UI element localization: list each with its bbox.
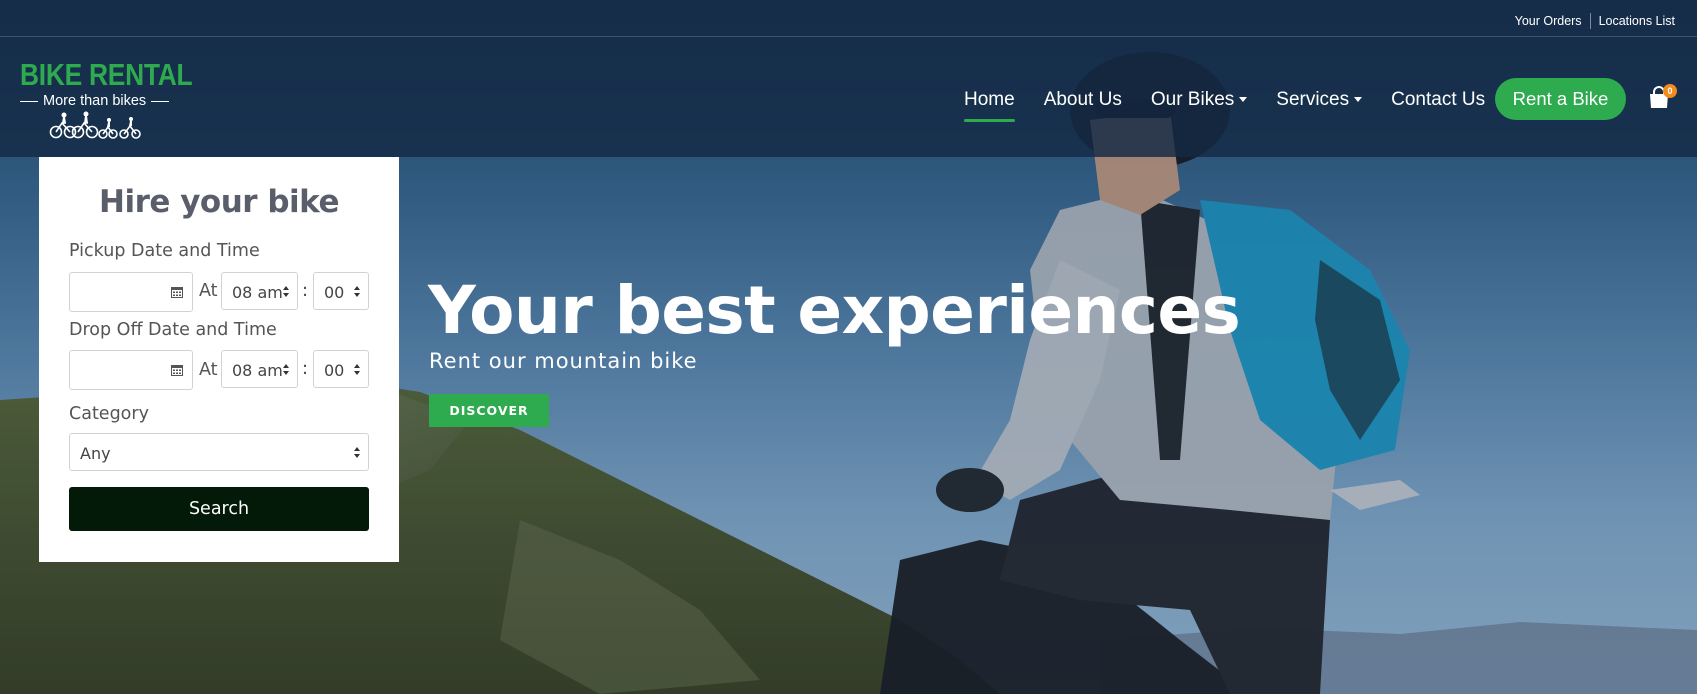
nav-home[interactable]: Home xyxy=(964,89,1015,122)
select-arrows-icon xyxy=(283,286,290,298)
booking-form: Hire your bike Pickup Date and Time At 0… xyxy=(39,157,399,562)
dropoff-colon: : xyxy=(302,358,309,379)
booking-title: Hire your bike xyxy=(99,184,339,220)
calendar-icon xyxy=(171,365,183,376)
select-arrows-icon xyxy=(283,364,290,376)
logo-title: BIKE RENTAL xyxy=(20,57,193,92)
search-button[interactable]: Search xyxy=(69,487,369,531)
caret-down-icon xyxy=(1354,97,1363,103)
cart-button[interactable]: 0 xyxy=(1647,84,1677,112)
hero-title: Your best experiences xyxy=(428,272,1241,349)
nav-contact-us[interactable]: Contact Us xyxy=(1391,89,1485,119)
nav-services[interactable]: Services xyxy=(1276,89,1363,119)
discover-button[interactable]: DISCOVER xyxy=(429,394,549,427)
logo-tagline: More than bikes xyxy=(20,93,180,109)
pickup-minute-select[interactable]: 00 xyxy=(313,272,369,310)
cart-count-badge: 0 xyxy=(1663,84,1677,98)
dropoff-hour-select[interactable]: 08 am xyxy=(221,350,298,388)
select-arrows-icon xyxy=(354,364,361,376)
rent-a-bike-button[interactable]: Rent a Bike xyxy=(1495,78,1626,120)
pickup-hour-select[interactable]: 08 am xyxy=(221,272,298,310)
your-orders-link[interactable]: Your Orders xyxy=(1507,14,1590,28)
nav-our-bikes[interactable]: Our Bikes xyxy=(1151,89,1248,119)
pickup-label: Pickup Date and Time xyxy=(69,241,260,261)
hero-subtitle: Rent our mountain bike xyxy=(429,349,698,373)
top-utility-bar: Your Orders Locations List xyxy=(0,0,1697,37)
category-label: Category xyxy=(69,404,149,424)
main-nav: Home About Us Our Bikes Services Contact… xyxy=(964,89,1514,122)
category-select[interactable]: Any xyxy=(69,433,369,471)
pickup-colon: : xyxy=(302,280,309,301)
dropoff-date-input[interactable] xyxy=(69,350,193,390)
nav-about-us[interactable]: About Us xyxy=(1044,89,1122,119)
caret-down-icon xyxy=(1239,97,1248,103)
select-arrows-icon xyxy=(354,286,361,298)
select-arrows-icon xyxy=(354,447,361,459)
pickup-date-input[interactable] xyxy=(69,272,193,312)
logo[interactable]: BIKE RENTAL More than bikes xyxy=(20,57,193,149)
cyclists-icon xyxy=(48,111,180,143)
top-links: Your Orders Locations List xyxy=(1507,13,1675,29)
locations-list-link[interactable]: Locations List xyxy=(1591,14,1675,28)
main-header: BIKE RENTAL More than bikes Home About U… xyxy=(0,37,1697,157)
pickup-at-label: At xyxy=(199,281,218,301)
calendar-icon xyxy=(171,287,183,298)
dropoff-at-label: At xyxy=(199,360,218,380)
dropoff-label: Drop Off Date and Time xyxy=(69,320,277,340)
dropoff-minute-select[interactable]: 00 xyxy=(313,350,369,388)
